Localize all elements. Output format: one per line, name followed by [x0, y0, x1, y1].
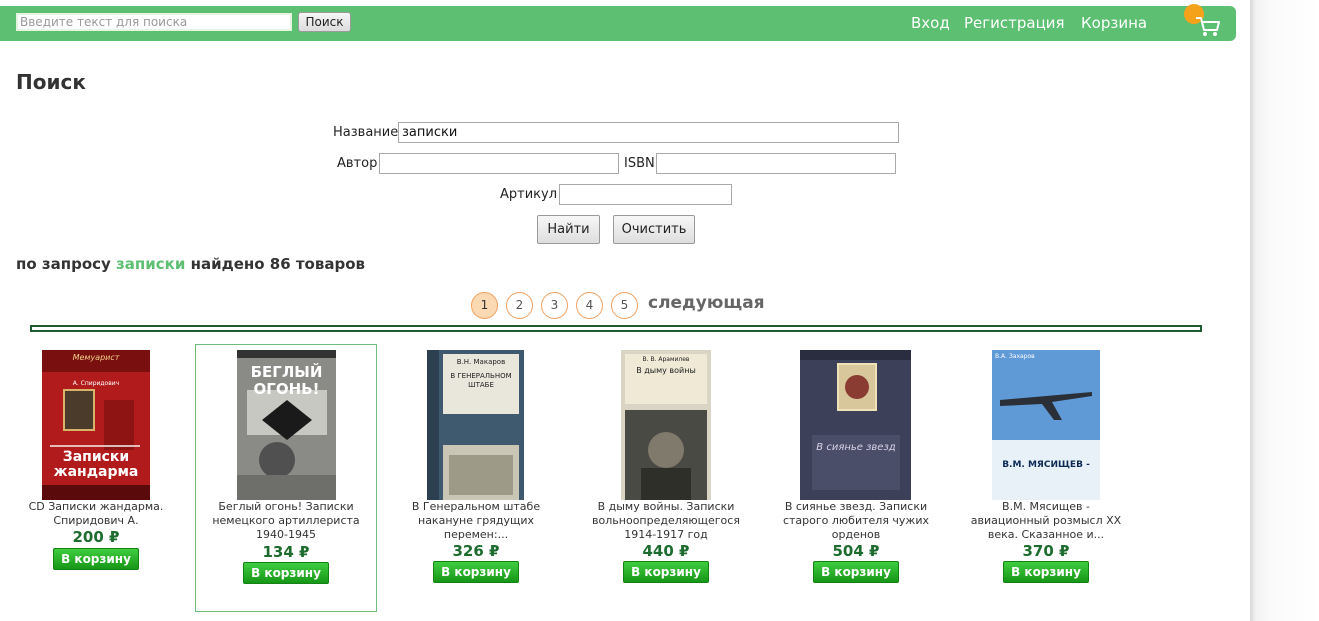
cover-author: В.Н. Макаров: [456, 358, 506, 366]
add-to-cart-button[interactable]: В корзину: [1003, 561, 1089, 583]
product-card: В.А. Захаров В.М. МЯСИЩЕВ - В.М. Мясищев…: [955, 344, 1137, 612]
product-price: 440 ₽: [642, 542, 690, 560]
page-link-2[interactable]: 2: [506, 292, 533, 319]
cover-title: Записки жандарма: [53, 449, 139, 480]
name-input[interactable]: [398, 122, 899, 143]
cart-link[interactable]: Корзина: [1081, 14, 1147, 32]
isbn-label: ISBN: [624, 156, 655, 171]
product-price: 504 ₽: [832, 542, 880, 560]
shopping-cart-icon[interactable]: [1195, 14, 1221, 38]
isbn-input[interactable]: [656, 153, 896, 174]
name-label: Название: [333, 125, 399, 140]
cover-author: В. В. Арамилев: [642, 356, 690, 363]
result-prefix: по запросу: [16, 255, 111, 273]
cover-author: А. Спиридович: [72, 380, 120, 387]
product-cover-image[interactable]: В.А. Захаров В.М. МЯСИЩЕВ -: [992, 350, 1100, 500]
product-price: 200 ₽: [72, 528, 120, 546]
product-cover-image[interactable]: В сиянье звезд: [800, 350, 911, 500]
article-input[interactable]: [559, 184, 732, 205]
product-title[interactable]: В сиянье звезд. Записки старого любителя…: [765, 500, 947, 542]
login-link[interactable]: Вход: [911, 14, 950, 32]
product-cover-image[interactable]: БЕГЛЫЙ ОГОНЬ!: [237, 350, 336, 500]
add-to-cart-button[interactable]: В корзину: [433, 561, 519, 583]
header-search-button[interactable]: Поиск: [298, 12, 351, 32]
product-title[interactable]: Беглый огонь! Записки немецкого артиллер…: [196, 500, 376, 542]
article-label: Артикул: [500, 187, 558, 202]
results-divider: [30, 325, 1202, 332]
page-title: Поиск: [16, 70, 86, 94]
cover-title: БЕГЛЫЙ ОГОНЬ!: [250, 363, 323, 398]
page-right-shadow: [1250, 0, 1319, 621]
cover-title: В дыму войны: [636, 366, 696, 375]
product-title[interactable]: В Генеральном штабе накануне грядущих пе…: [385, 500, 567, 542]
product-card: В сиянье звезд В сиянье звезд. Записки с…: [765, 344, 947, 612]
page-link-3[interactable]: 3: [541, 292, 568, 319]
product-title[interactable]: В.М. Мясищев - авиационный розмысл XX ве…: [955, 500, 1137, 542]
author-label: Автор: [337, 156, 378, 171]
search-result-summary: по запросу записки найдено 86 товаров: [16, 255, 365, 273]
register-link[interactable]: Регистрация: [964, 14, 1065, 32]
cover-title: В сиянье звезд: [816, 442, 896, 453]
product-card: В.Н. Макаров В ГЕНЕРАЛЬНОМ ШТАБЕ В Генер…: [385, 344, 567, 612]
product-card: БЕГЛЫЙ ОГОНЬ! Беглый огонь! Записки неме…: [195, 344, 377, 612]
page-link-4[interactable]: 4: [576, 292, 603, 319]
product-price: 370 ₽: [1022, 542, 1070, 560]
find-button[interactable]: Найти: [537, 215, 600, 244]
cover-title: В ГЕНЕРАЛЬНОМ ШТАБЕ: [450, 372, 512, 389]
product-title[interactable]: В дыму войны. Записки вольноопределяющег…: [575, 500, 757, 542]
page-link-5[interactable]: 5: [611, 292, 638, 319]
product-cover-image[interactable]: В.Н. Макаров В ГЕНЕРАЛЬНОМ ШТАБЕ: [427, 350, 524, 500]
result-query: записки: [116, 255, 186, 273]
add-to-cart-button[interactable]: В корзину: [53, 548, 139, 570]
next-page-link[interactable]: следующая: [648, 293, 765, 313]
add-to-cart-button[interactable]: В корзину: [813, 561, 899, 583]
cover-title: В.М. МЯСИЩЕВ -: [1002, 460, 1090, 470]
cover-author: В.А. Захаров: [995, 353, 1035, 360]
clear-button[interactable]: Очистить: [613, 215, 695, 244]
author-input[interactable]: [379, 153, 619, 174]
product-price: 134 ₽: [262, 543, 310, 561]
cover-series: Мемуарист: [72, 353, 120, 362]
product-card: Мемуарист А. Спиридович Записки жандарма…: [5, 344, 187, 612]
add-to-cart-button[interactable]: В корзину: [623, 561, 709, 583]
product-cover-image[interactable]: Мемуарист А. Спиридович Записки жандарма: [42, 350, 150, 500]
page-link-1[interactable]: 1: [471, 292, 498, 319]
product-title[interactable]: CD Записки жандарма. Спиридович А.: [5, 500, 187, 528]
product-cover-image[interactable]: В. В. Арамилев В дыму войны: [621, 350, 711, 500]
result-suffix: найдено 86 товаров: [190, 255, 365, 273]
top-navigation-bar: Поиск Вход Регистрация Корзина: [0, 4, 1236, 41]
product-card: В. В. Арамилев В дыму войны В дыму войны…: [575, 344, 757, 612]
header-search-input[interactable]: [16, 13, 292, 31]
product-price: 326 ₽: [452, 542, 500, 560]
add-to-cart-button[interactable]: В корзину: [243, 562, 329, 584]
